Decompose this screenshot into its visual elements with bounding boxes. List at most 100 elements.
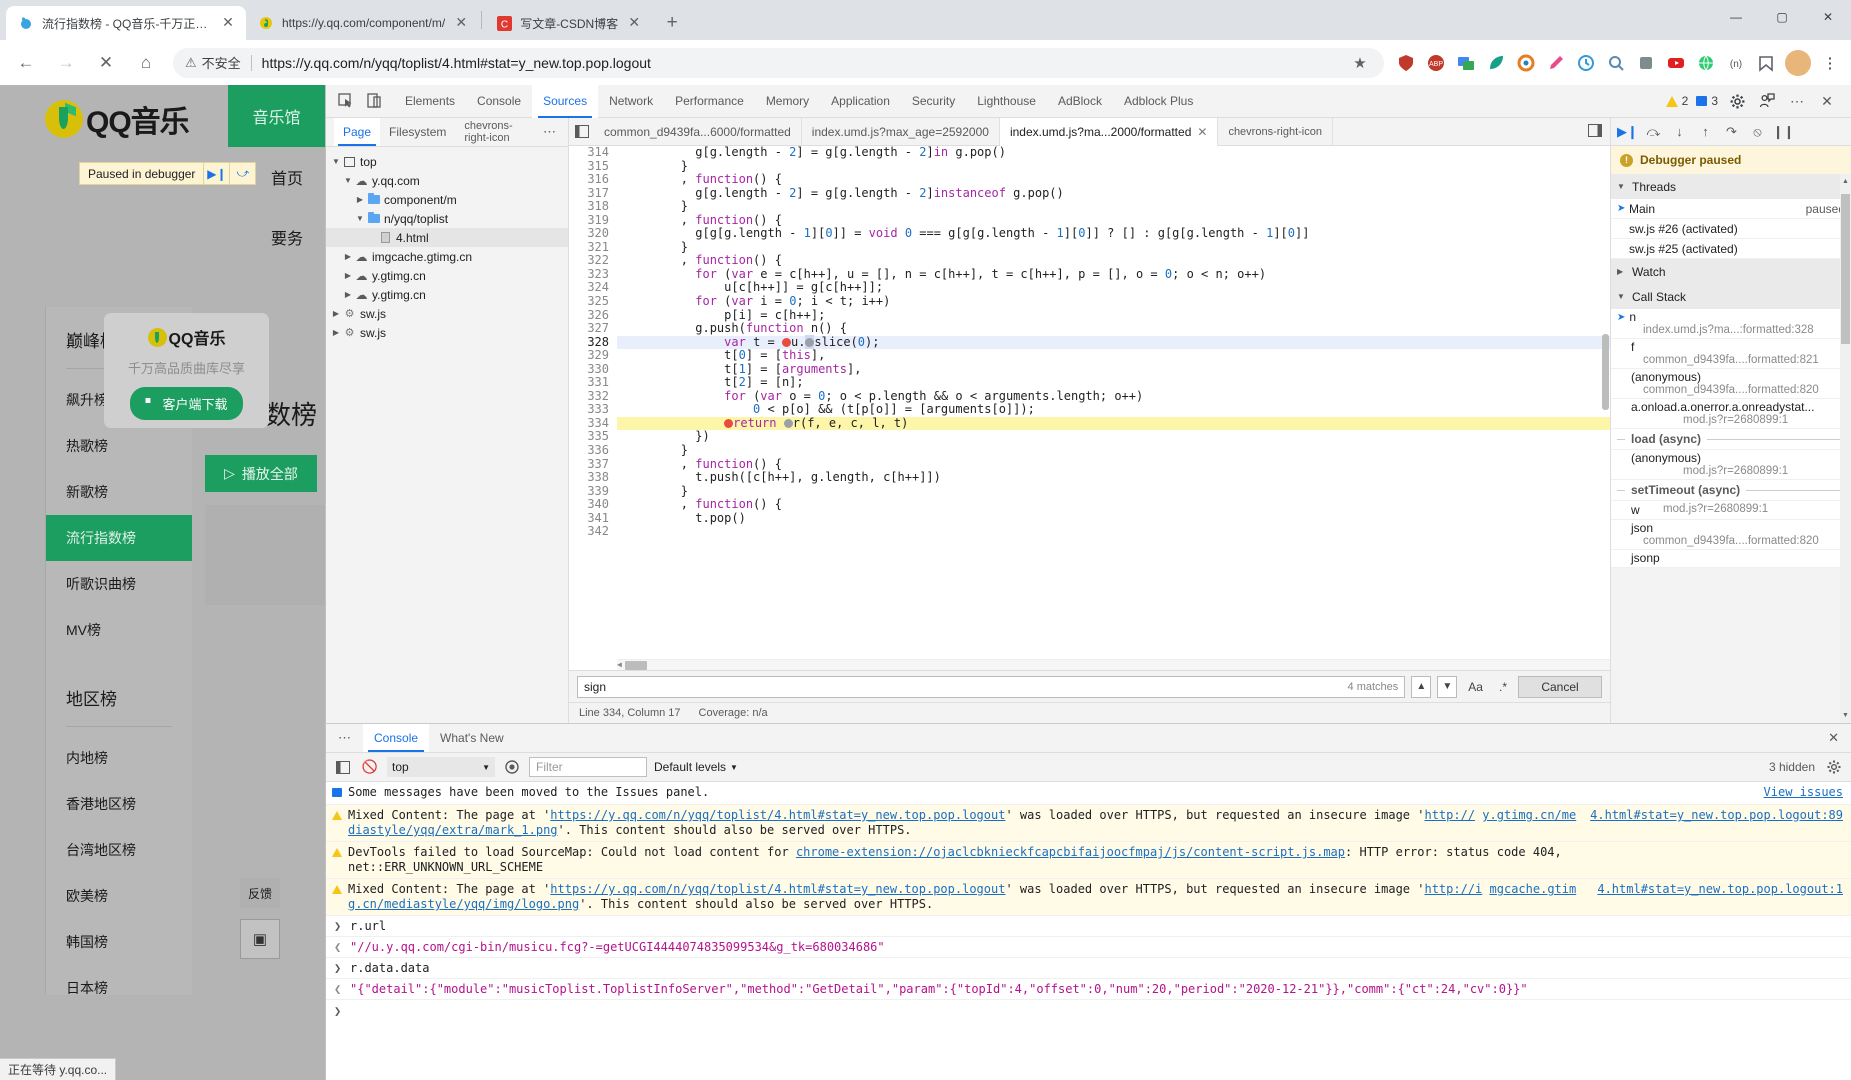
warning-count-badge[interactable]: 2 [1663,94,1692,108]
gear-icon[interactable] [1723,88,1751,114]
region-item-4[interactable]: 韩国榜 [46,919,192,965]
message-link[interactable]: http://i [1424,882,1482,896]
tab-close-icon-0[interactable]: ✕ [220,15,236,31]
cancel-button[interactable]: Cancel [1518,675,1602,698]
editor-tab-1[interactable]: index.umd.js?max_age=2592000 [802,117,1000,146]
thread-row-sw26[interactable]: sw.js #26 (activated) [1611,219,1851,239]
close-icon[interactable]: ✕ [1816,730,1851,746]
tree-row-swjs-2[interactable]: ▶ ⚙ sw.js [326,323,568,342]
editor-tab-0[interactable]: common_d9439fa...6000/formatted [594,117,802,146]
toplist-item-5[interactable]: MV榜 [46,607,192,653]
shield-icon[interactable] [1392,49,1420,77]
tree-row-yqq[interactable]: ▼ ☁ y.qq.com [326,171,568,190]
scroll-thumb[interactable] [625,661,647,670]
search-ext-icon[interactable] [1602,49,1630,77]
twisty-icon[interactable]: ▶ [330,309,342,318]
find-next-button[interactable]: ▼ [1437,675,1458,698]
resume-icon[interactable]: ▶❙ [1615,119,1640,144]
twisty-icon[interactable]: ▼ [342,176,354,185]
tab-elements[interactable]: Elements [394,85,466,118]
tab-console[interactable]: Console [466,85,532,118]
callstack-section-header[interactable]: ▼ Call Stack [1611,284,1851,309]
editor-tab-2[interactable]: index.umd.js?ma...2000/formatted ✕ [999,117,1219,146]
step-into-icon[interactable]: ↓ [1667,119,1692,144]
message-link[interactable]: https://y.qq.com/n/yqq/toplist/4.html#st… [550,808,1005,822]
threads-section-header[interactable]: ▼ Threads [1611,174,1851,199]
editor-tab-close-icon[interactable]: ✕ [1197,125,1207,139]
callstack-frame-9[interactable]: jsonp [1611,550,1851,568]
message-link[interactable]: https://y.qq.com/n/yqq/toplist/4.html#st… [550,882,1005,896]
tab-security[interactable]: Security [901,85,966,118]
browser-tab-1[interactable]: https://y.qq.com/component/m/ ✕ [246,6,480,40]
drawer-tab-console[interactable]: Console [363,724,430,752]
thread-row-sw25[interactable]: sw.js #25 (activated) [1611,239,1851,259]
region-item-2[interactable]: 台湾地区榜 [46,827,192,873]
view-issues-link[interactable]: View issues [1764,785,1843,801]
drawer-tab-whatsnew[interactable]: What's New [429,724,515,752]
person-feedback-icon[interactable] [1753,88,1781,114]
leaf-icon[interactable] [1482,49,1510,77]
home-button[interactable]: ⌂ [129,46,163,80]
network-icon[interactable]: (n) [1722,49,1750,77]
tree-row-ygtimg-1[interactable]: ▶ ☁ y.gtimg.cn [326,266,568,285]
editor-vertical-scrollbar[interactable] [1601,146,1610,658]
scroll-thumb[interactable] [1841,194,1850,344]
panel-icon[interactable]: ▣ [240,919,280,959]
twisty-icon[interactable]: ▶ [342,252,354,261]
profile-avatar[interactable] [1785,49,1811,76]
thread-row-main[interactable]: ➤ Main paused [1611,199,1851,219]
back-button[interactable]: ← [9,46,43,80]
tab-sources[interactable]: Sources [532,84,599,118]
tree-row-top[interactable]: ▼ top [326,152,568,171]
stop-button[interactable]: ✕ [89,46,123,80]
callstack-frame-1[interactable]: f common_d9439fa....formatted:821 [1611,339,1851,369]
minimize-icon[interactable]: — [1713,0,1759,34]
bookmark-icon[interactable] [1752,49,1780,77]
twisty-icon[interactable]: ▶ [330,328,342,337]
toplist-item-1[interactable]: 热歌榜 [46,423,192,469]
toplist-item-4[interactable]: 听歌识曲榜 [46,561,192,607]
maximize-icon[interactable]: ▢ [1759,0,1805,34]
chevrons-right-icon[interactable]: chevrons-right-icon [455,118,531,146]
menu-dots-icon[interactable]: ⋮ [1816,49,1844,77]
region-item-1[interactable]: 香港地区榜 [46,781,192,827]
url-text[interactable]: https://y.qq.com/n/yqq/toplist/4.html#st… [262,55,1348,71]
message-link[interactable]: http:// [1424,808,1475,822]
watch-section-header[interactable]: ▶ Watch [1611,259,1851,284]
toplist-item-3[interactable]: 流行指数榜 [46,515,192,561]
scroll-thumb[interactable] [1602,334,1609,410]
region-item-0[interactable]: 内地榜 [46,735,192,781]
more-dots-icon[interactable]: ⋯ [1783,88,1811,114]
globe-icon[interactable] [1692,49,1720,77]
browser-tab-2[interactable]: C 写文章-CSDN博客 ✕ [484,6,653,40]
new-tab-button[interactable]: + [658,9,686,37]
tab-network[interactable]: Network [598,85,664,118]
match-case-button[interactable]: Aa [1463,680,1488,694]
show-navigator-icon[interactable] [569,125,594,138]
more-dots-icon[interactable]: ⋯ [326,730,363,746]
scroll-up-arrow-icon[interactable]: ▲ [1841,176,1850,187]
deactivate-breakpoints-icon[interactable]: ⦸ [1745,119,1770,144]
tree-row-imgcache[interactable]: ▶ ☁ imgcache.gtimg.cn [326,247,568,266]
twisty-icon[interactable]: ▼ [330,157,342,166]
target-icon[interactable] [1512,49,1540,77]
live-expression-icon[interactable] [502,757,522,777]
tab-memory[interactable]: Memory [755,85,820,118]
close-window-icon[interactable]: ✕ [1805,0,1851,34]
region-item-5[interactable]: 日本榜 [46,965,192,995]
resume-icon[interactable]: ▶❙ [203,163,229,184]
address-bar[interactable]: ⚠ 不安全 https://y.qq.com/n/yqq/toplist/4.h… [173,47,1384,78]
forward-button[interactable]: → [49,46,83,80]
tree-row-swjs-1[interactable]: ▶ ⚙ sw.js [326,304,568,323]
step-over-icon[interactable]: ⤼ [1641,119,1666,144]
tab-lighthouse[interactable]: Lighthouse [966,85,1047,118]
inspect-cursor-icon[interactable] [332,88,360,114]
info-count-badge[interactable]: 3 [1693,94,1721,108]
code-viewer[interactable]: 314 g[g.length - 2] = g[g.length - 2]in … [569,146,1610,670]
more-dots-icon[interactable]: ⋯ [531,124,568,140]
tab-close-icon-2[interactable]: ✕ [626,15,642,31]
bookmark-star-icon[interactable]: ★ [1348,54,1372,72]
chevrons-right-icon[interactable]: chevrons-right-icon [1218,117,1333,146]
tree-row-toplist[interactable]: ▼ n/yqq/toplist [326,209,568,228]
console-prompt[interactable]: ❯ [326,1000,1851,1022]
